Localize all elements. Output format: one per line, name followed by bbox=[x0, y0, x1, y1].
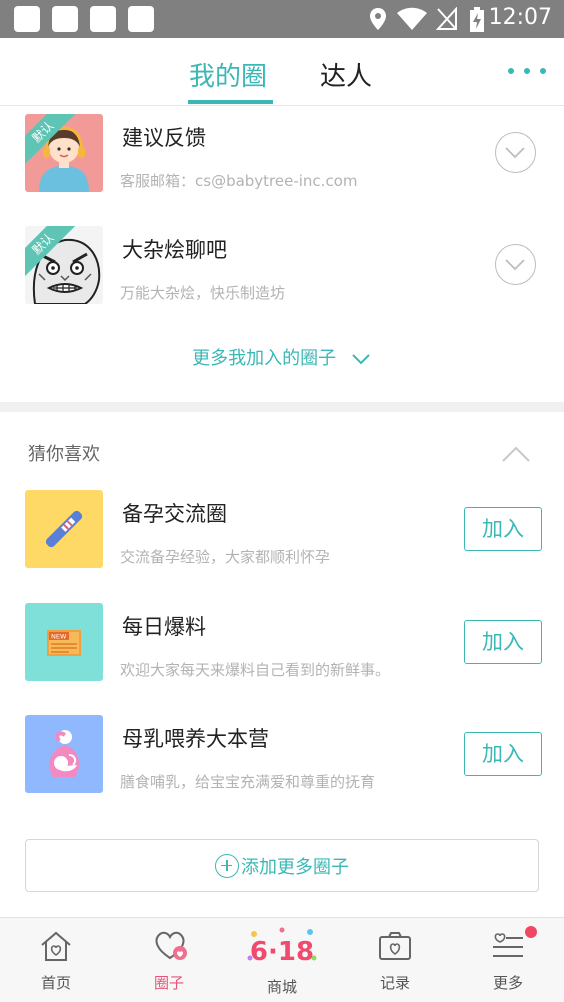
circle-subtitle: 万能大杂烩，快乐制造坊 bbox=[120, 284, 286, 302]
list-item[interactable]: 备孕交流圈 交流备孕经验，大家都顺利怀孕 加入 bbox=[0, 482, 564, 594]
notification-icon bbox=[14, 6, 40, 32]
circle-subtitle: 膳食哺乳，给宝宝充满爱和尊重的抚育 bbox=[120, 773, 376, 791]
tab-my-circles[interactable]: 我的圈 bbox=[189, 56, 267, 93]
nav-label: 更多 bbox=[492, 974, 523, 992]
list-item[interactable]: 母乳喂养大本营 膳食哺乳，给宝宝充满爱和尊重的抚育 加入 bbox=[0, 707, 564, 819]
list-item[interactable]: NEW 每日爆料 欢迎大家每天来爆料自己看到的新鲜事。 加入 bbox=[0, 595, 564, 707]
chevron-up-icon[interactable] bbox=[500, 444, 532, 464]
notification-dot bbox=[525, 926, 537, 938]
circle-title: 大杂烩聊吧 bbox=[122, 238, 227, 262]
battery-charging-icon bbox=[470, 7, 484, 32]
add-more-label: 添加更多圈子 bbox=[241, 856, 349, 878]
join-button[interactable]: 加入 bbox=[464, 732, 542, 776]
active-tab-indicator bbox=[188, 100, 273, 104]
circle-title: 每日爆料 bbox=[122, 615, 206, 639]
news-icon: NEW bbox=[25, 603, 103, 681]
circle-title: 建议反馈 bbox=[122, 126, 206, 150]
more-joined-label: 更多我加入的圈子 bbox=[192, 348, 337, 369]
618-mall-icon: 6·18 bbox=[247, 927, 317, 967]
list-item[interactable]: 默认 建议反馈 客服邮箱：cs@babytree-inc.com bbox=[0, 106, 564, 216]
svg-text:NEW: NEW bbox=[51, 633, 67, 641]
circle-title: 母乳喂养大本营 bbox=[122, 727, 269, 751]
pregnancy-test-icon bbox=[25, 490, 103, 568]
nav-circles[interactable]: 圈子 bbox=[113, 918, 225, 1002]
section-divider bbox=[0, 402, 564, 412]
chevron-down-icon bbox=[505, 259, 525, 271]
circle-subtitle: 客服邮箱：cs@babytree-inc.com bbox=[120, 172, 358, 190]
notification-icon bbox=[52, 6, 78, 32]
home-icon bbox=[41, 931, 71, 961]
wifi-icon bbox=[397, 7, 427, 30]
join-button[interactable]: 加入 bbox=[464, 507, 542, 551]
no-signal-icon bbox=[436, 7, 457, 30]
nav-label: 首页 bbox=[40, 974, 71, 992]
list-item[interactable]: 默认 大杂烩聊吧 万能大杂烩，快乐制造坊 bbox=[0, 218, 564, 328]
status-time: 12:07 bbox=[488, 5, 552, 30]
circle-heart-icon bbox=[155, 931, 187, 960]
top-tab-bar: 我的圈 达人 bbox=[0, 38, 564, 106]
nav-label: 商城 bbox=[266, 978, 297, 996]
svg-text:6·18: 6·18 bbox=[250, 937, 314, 967]
tab-experts[interactable]: 达人 bbox=[320, 56, 372, 93]
more-options-icon[interactable] bbox=[508, 68, 548, 78]
notification-icon bbox=[90, 6, 116, 32]
meme-face-icon: 默认 bbox=[25, 226, 103, 304]
circle-subtitle: 欢迎大家每天来爆料自己看到的新鲜事。 bbox=[120, 661, 391, 679]
breastfeeding-icon bbox=[25, 715, 103, 793]
circle-subtitle: 交流备孕经验，大家都顺利怀孕 bbox=[120, 548, 331, 566]
notification-icon bbox=[128, 6, 154, 32]
expand-circle-button[interactable] bbox=[495, 244, 536, 285]
circle-title: 备孕交流圈 bbox=[122, 502, 227, 526]
expand-circle-button[interactable] bbox=[495, 132, 536, 173]
camera-icon bbox=[379, 932, 411, 960]
headset-avatar-icon: 默认 bbox=[25, 114, 103, 192]
nav-home[interactable]: 首页 bbox=[0, 918, 112, 1002]
nav-more[interactable]: 更多 bbox=[452, 918, 564, 1002]
status-bar: 12:07 bbox=[0, 0, 564, 38]
nav-label: 记录 bbox=[379, 974, 410, 992]
join-button[interactable]: 加入 bbox=[464, 620, 542, 664]
add-more-circles-button[interactable]: 添加更多圈子 bbox=[25, 839, 539, 892]
plus-circle-icon bbox=[215, 853, 239, 878]
chevron-down-icon bbox=[352, 354, 370, 365]
more-menu-icon bbox=[493, 933, 523, 957]
location-icon bbox=[370, 8, 386, 30]
section-title: 猜你喜欢 bbox=[28, 444, 100, 465]
chevron-down-icon bbox=[505, 147, 525, 159]
nav-mall[interactable]: 6·18 商城 bbox=[226, 918, 338, 1002]
nav-label: 圈子 bbox=[153, 974, 184, 992]
more-joined-circles-link[interactable]: 更多我加入的圈子 bbox=[0, 344, 564, 370]
nav-records[interactable]: 记录 bbox=[339, 918, 451, 1002]
bottom-nav: 首页 圈子 6·18 商城 记录 更多 bbox=[0, 917, 564, 1002]
